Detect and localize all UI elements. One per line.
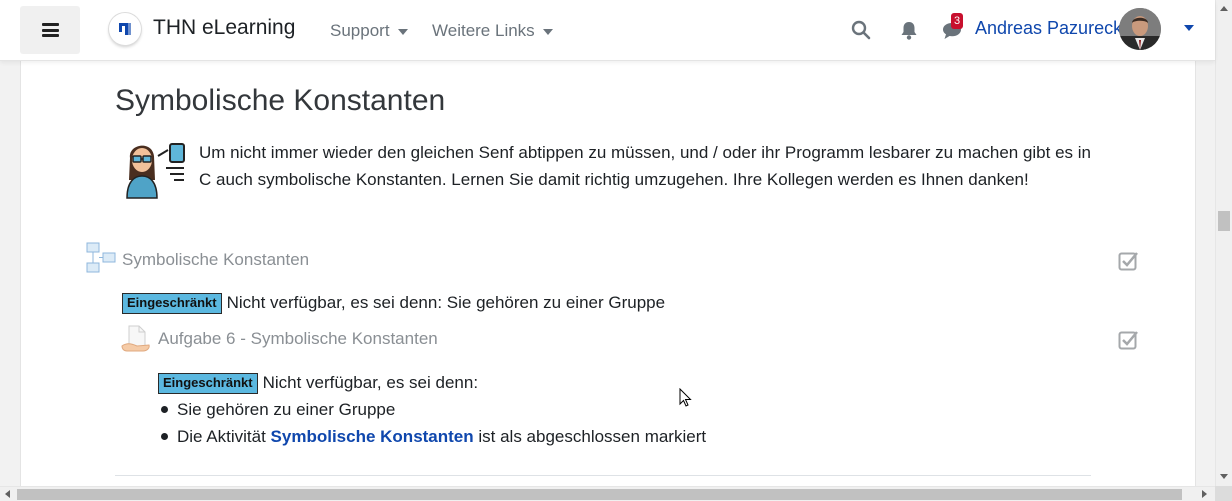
top-navbar: THN eLearning Support Weitere Links 3 An… bbox=[0, 0, 1215, 61]
site-name-link[interactable]: THN eLearning bbox=[153, 16, 295, 40]
weitere-links-menu[interactable]: Weitere Links bbox=[432, 21, 553, 41]
chevron-down-icon bbox=[542, 28, 553, 35]
completion-checkbox-icon[interactable] bbox=[1118, 250, 1139, 271]
scroll-left-icon[interactable] bbox=[5, 490, 10, 498]
condition-activity-link[interactable]: Symbolische Konstanten bbox=[271, 427, 474, 446]
list-item: Die Aktivität Symbolische Konstanten ist… bbox=[158, 423, 706, 450]
mouse-cursor-icon bbox=[679, 388, 692, 407]
activity-link-lesson[interactable]: Symbolische Konstanten bbox=[122, 250, 309, 270]
user-menu-chevron-icon[interactable] bbox=[1184, 25, 1194, 31]
restriction-text: Nicht verfügbar, es sei denn: Sie gehöre… bbox=[226, 293, 666, 312]
weitere-links-menu-label: Weitere Links bbox=[432, 21, 535, 40]
chevron-down-icon bbox=[397, 28, 408, 35]
section-summary: Um nicht immer wieder den gleichen Senf … bbox=[199, 143, 1091, 189]
section-divider bbox=[115, 475, 1091, 476]
restriction-info-lesson: Eingeschränkt Nicht verfügbar, es sei den… bbox=[122, 289, 665, 316]
lesson-icon bbox=[86, 242, 116, 273]
support-menu[interactable]: Support bbox=[330, 21, 408, 41]
scrollbar-corner bbox=[1215, 486, 1232, 501]
horizontal-scrollbar[interactable] bbox=[0, 486, 1215, 501]
drawer-toggle-button[interactable] bbox=[20, 6, 80, 54]
completion-checkbox-icon[interactable] bbox=[1118, 329, 1139, 350]
restriction-intro: Nicht verfügbar, es sei denn: bbox=[262, 373, 479, 392]
scroll-up-icon[interactable] bbox=[1220, 6, 1228, 11]
assignment-icon bbox=[121, 325, 150, 352]
condition-text: Sie gehören zu einer Gruppe bbox=[177, 400, 396, 419]
search-icon[interactable] bbox=[851, 20, 871, 40]
condition-suffix: ist als abgeschlossen markiert bbox=[473, 427, 707, 446]
avatar[interactable] bbox=[1119, 8, 1161, 50]
notification-bell-icon[interactable] bbox=[899, 20, 919, 41]
user-avatar-image bbox=[1119, 8, 1161, 50]
section-title: Symbolische Konstanten bbox=[115, 84, 446, 117]
restriction-info-assignment: Eingeschränkt Nicht verfügbar, es sei den… bbox=[158, 369, 706, 450]
restriction-conditions-list: Sie gehören zu einer Gruppe Die Aktivitä… bbox=[158, 396, 706, 450]
vertical-scrollbar[interactable] bbox=[1215, 0, 1232, 486]
hamburger-menu-icon bbox=[41, 23, 59, 37]
scroll-down-icon[interactable] bbox=[1220, 474, 1228, 479]
student-illustration-icon bbox=[126, 143, 185, 199]
horizontal-scrollbar-thumb[interactable] bbox=[17, 489, 1182, 500]
support-menu-label: Support bbox=[330, 21, 390, 40]
activity-link-assignment[interactable]: Aufgabe 6 - Symbolische Konstanten bbox=[158, 329, 438, 349]
restricted-badge: Eingeschränkt bbox=[122, 293, 222, 314]
message-count-badge: 3 bbox=[951, 13, 963, 29]
condition-prefix: Die Aktivität bbox=[177, 427, 271, 446]
thn-logo-icon bbox=[119, 23, 131, 35]
scroll-right-icon[interactable] bbox=[1202, 490, 1207, 498]
list-item: Sie gehören zu einer Gruppe bbox=[158, 396, 706, 423]
restricted-badge: Eingeschränkt bbox=[158, 373, 258, 394]
site-logo[interactable] bbox=[109, 13, 141, 45]
user-menu-name[interactable]: Andreas Pazureck bbox=[975, 18, 1122, 39]
vertical-scrollbar-thumb[interactable] bbox=[1218, 211, 1230, 231]
